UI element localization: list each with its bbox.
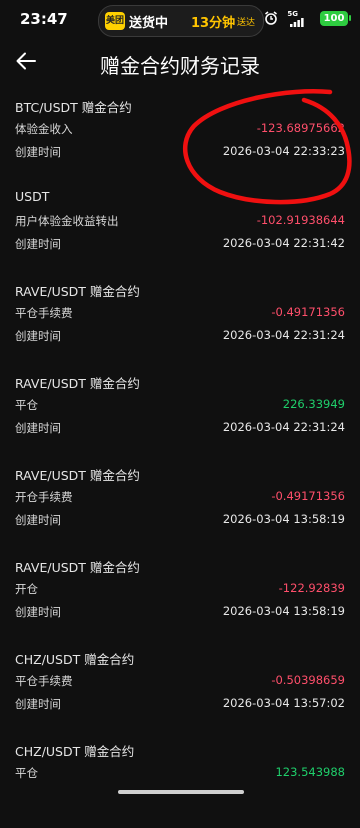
record-time: 2026-03-04 22:31:42 (222, 236, 345, 250)
record-type: 平仓手续费 (15, 306, 73, 320)
record-amount: -0.50398659 (271, 673, 345, 687)
record-time-label: 创建时间 (15, 697, 61, 711)
record-contract-name: CHZ/USDT 赠金合约 (15, 652, 135, 667)
record-item: CHZ/USDT 赠金合约 平仓手续费 -0.50398659 创建时间 202… (0, 644, 360, 736)
delivery-live-activity[interactable]: 美团 送货中 13分钟 送达 (98, 5, 264, 37)
alarm-icon (265, 11, 277, 25)
record-time: 2026-03-04 22:31:24 (222, 420, 345, 434)
battery-tip (349, 15, 351, 21)
record-type: 开仓 (15, 582, 38, 596)
record-type: 平仓手续费 (15, 674, 73, 688)
record-contract-name: RAVE/USDT 赠金合约 (15, 468, 140, 483)
record-time: 2026-03-04 13:57:02 (222, 696, 345, 710)
record-type: 平仓 (15, 398, 38, 412)
record-time-label: 创建时间 (15, 605, 61, 619)
record-time-label: 创建时间 (15, 329, 61, 343)
record-amount: 123.543988 (275, 765, 345, 779)
record-amount: -122.92839 (278, 581, 345, 595)
signal-icon (290, 18, 304, 27)
record-contract-name: BTC/USDT 赠金合约 (15, 100, 132, 115)
delivery-minutes-suffix: 送达 (237, 18, 256, 28)
record-contract-name: RAVE/USDT 赠金合约 (15, 560, 140, 575)
status-bar: 23:47 美团 送货中 13分钟 送达 5G 100 (0, 0, 360, 40)
record-amount: 226.33949 (282, 397, 345, 411)
status-time: 23:47 (20, 10, 68, 28)
red-circle-annotation (183, 89, 352, 205)
record-contract-name: CHZ/USDT 赠金合约 (15, 744, 135, 759)
home-indicator[interactable] (118, 790, 244, 794)
record-type: 平仓 (15, 766, 38, 780)
meituan-logo: 美团 (105, 12, 125, 30)
record-item: RAVE/USDT 赠金合约 开仓 -122.92839 创建时间 2026-0… (0, 552, 360, 644)
record-amount: -102.91938644 (256, 213, 345, 227)
page-header: 赠金合约财务记录 (0, 40, 360, 84)
record-type: 开仓手续费 (15, 490, 73, 504)
delivery-status-text: 送货中 (129, 16, 169, 31)
record-time: 2026-03-04 13:58:19 (222, 604, 345, 618)
record-contract-name: RAVE/USDT 赠金合约 (15, 284, 140, 299)
record-time-label: 创建时间 (15, 237, 61, 251)
record-time: 2026-03-04 22:31:24 (222, 328, 345, 342)
record-item: CHZ/USDT 赠金合约 平仓 123.543988 (0, 736, 360, 828)
page-title: 赠金合约财务记录 (100, 54, 260, 78)
record-item: RAVE/USDT 赠金合约 平仓 226.33949 创建时间 2026-03… (0, 368, 360, 460)
record-time-label: 创建时间 (15, 145, 61, 159)
delivery-minutes: 13分钟 (191, 16, 236, 31)
record-time: 2026-03-04 13:58:19 (222, 512, 345, 526)
record-contract-name: RAVE/USDT 赠金合约 (15, 376, 140, 391)
network-type: 5G (287, 10, 298, 18)
record-type: 体验金收入 (15, 122, 73, 136)
record-item: RAVE/USDT 赠金合约 平仓手续费 -0.49171356 创建时间 20… (0, 276, 360, 368)
record-amount: -0.49171356 (271, 305, 345, 319)
record-time-label: 创建时间 (15, 421, 61, 435)
record-type: 用户体验金收益转出 (15, 214, 119, 228)
record-amount: -0.49171356 (271, 489, 345, 503)
record-contract-name: USDT (15, 189, 50, 204)
battery-icon: 100 (320, 11, 348, 26)
record-time-label: 创建时间 (15, 513, 61, 527)
record-item: RAVE/USDT 赠金合约 开仓手续费 -0.49171356 创建时间 20… (0, 460, 360, 552)
